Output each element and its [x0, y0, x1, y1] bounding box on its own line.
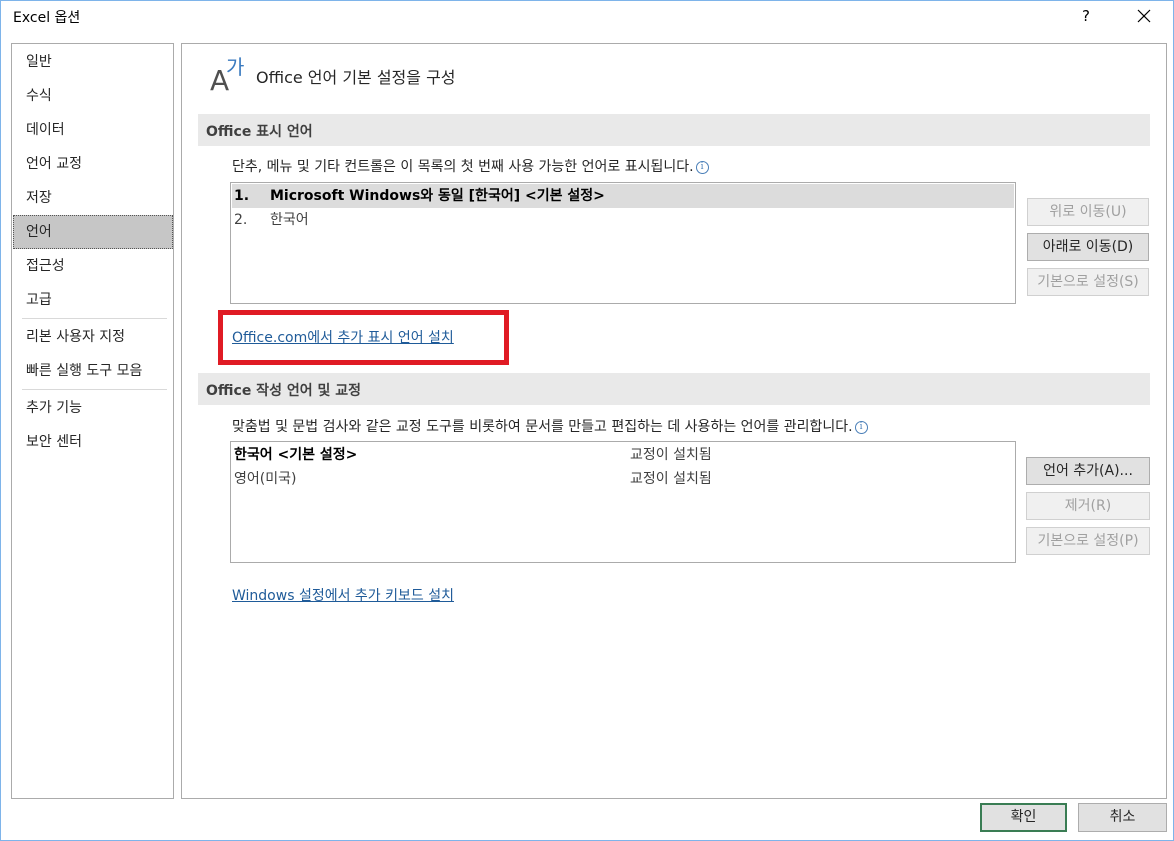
install-display-language-link[interactable]: Office.com에서 추가 표시 언어 설치: [232, 327, 454, 347]
display-language-list[interactable]: 1. Microsoft Windows와 동일 [한국어] <기본 설정> 2…: [230, 182, 1016, 304]
close-icon: [1137, 9, 1151, 23]
authoring-language-list[interactable]: 한국어 <기본 설정> 교정이 설치됨 영어(미국) 교정이 설치됨: [230, 441, 1016, 563]
sidebar-item-language[interactable]: 언어: [13, 215, 173, 249]
language-icon: A 가: [210, 55, 244, 96]
list-item[interactable]: 한국어 <기본 설정> 교정이 설치됨: [232, 443, 1014, 467]
sidebar-item-data[interactable]: 데이터: [13, 113, 173, 147]
move-up-button[interactable]: 위로 이동(U): [1027, 198, 1149, 226]
authoring-language-description: 맞춤법 및 문법 검사와 같은 교정 도구를 비롯하여 문서를 만들고 편집하는…: [232, 416, 868, 436]
title-bar: Excel 옵션 ?: [1, 1, 1173, 31]
install-keyboard-link[interactable]: Windows 설정에서 추가 키보드 설치: [232, 585, 454, 605]
page-title: Office 언어 기본 설정을 구성: [256, 68, 456, 87]
language-settings-panel: A 가 Office 언어 기본 설정을 구성 Office 표시 언어 단추,…: [181, 43, 1167, 799]
list-item[interactable]: 2. 한국어: [232, 208, 1014, 232]
authoring-language-section-header: Office 작성 언어 및 교정: [198, 373, 1150, 405]
set-display-default-button[interactable]: 기본으로 설정(S): [1027, 268, 1149, 296]
sidebar-divider: [22, 389, 167, 390]
options-sidebar: 일반 수식 데이터 언어 교정 저장 언어 접근성 고급 리본 사용자 지정 빠…: [11, 43, 174, 799]
cancel-button[interactable]: 취소: [1078, 803, 1167, 832]
section-title: Office 작성 언어 및 교정: [206, 383, 361, 399]
list-item-label: 한국어 <기본 설정>: [234, 447, 358, 463]
sidebar-item-advanced[interactable]: 고급: [13, 283, 173, 317]
close-button[interactable]: [1129, 3, 1159, 29]
sidebar-item-formulas[interactable]: 수식: [13, 79, 173, 113]
sidebar-item-save[interactable]: 저장: [13, 181, 173, 215]
sidebar-item-quick-access-toolbar[interactable]: 빠른 실행 도구 모음: [13, 354, 173, 388]
display-language-section-header: Office 표시 언어: [198, 114, 1150, 146]
sidebar-item-proofing[interactable]: 언어 교정: [13, 147, 173, 181]
add-language-button[interactable]: 언어 추가(A)...: [1026, 457, 1150, 485]
sidebar-item-add-ins[interactable]: 추가 기능: [13, 391, 173, 425]
sidebar-item-trust-center[interactable]: 보안 센터: [13, 425, 173, 459]
info-icon[interactable]: i: [695, 161, 709, 174]
sidebar-item-customize-ribbon[interactable]: 리본 사용자 지정: [13, 320, 173, 354]
description-text: 맞춤법 및 문법 검사와 같은 교정 도구를 비롯하여 문서를 만들고 편집하는…: [232, 419, 853, 435]
help-button[interactable]: ?: [1073, 3, 1099, 29]
info-icon[interactable]: i: [854, 421, 868, 434]
sidebar-divider: [22, 318, 167, 319]
sidebar-item-accessibility[interactable]: 접근성: [13, 249, 173, 283]
list-item-label: 한국어: [270, 212, 309, 228]
svg-text:가: 가: [226, 55, 244, 79]
set-authoring-default-button[interactable]: 기본으로 설정(P): [1026, 527, 1150, 555]
move-down-button[interactable]: 아래로 이동(D): [1027, 233, 1149, 261]
description-text: 단추, 메뉴 및 기타 컨트롤은 이 목록의 첫 번째 사용 가능한 언어로 표…: [232, 159, 694, 175]
ok-button[interactable]: 확인: [980, 803, 1067, 832]
list-item-number: 1.: [234, 188, 250, 204]
list-item-label: 영어(미국): [234, 471, 297, 487]
list-item-status: 교정이 설치됨: [630, 447, 712, 463]
list-item[interactable]: 영어(미국) 교정이 설치됨: [232, 467, 1014, 491]
list-item[interactable]: 1. Microsoft Windows와 동일 [한국어] <기본 설정>: [232, 184, 1014, 208]
sidebar-item-general[interactable]: 일반: [13, 45, 173, 79]
display-language-description: 단추, 메뉴 및 기타 컨트롤은 이 목록의 첫 번째 사용 가능한 언어로 표…: [232, 156, 709, 176]
window-title: Excel 옵션: [13, 10, 81, 26]
remove-language-button[interactable]: 제거(R): [1026, 492, 1150, 520]
list-item-number: 2.: [234, 212, 248, 228]
section-title: Office 표시 언어: [206, 124, 313, 140]
excel-options-dialog: Excel 옵션 ? 일반 수식 데이터 언어 교정 저장 언어 접근성 고급 …: [0, 0, 1174, 841]
list-item-label: Microsoft Windows와 동일 [한국어] <기본 설정>: [270, 188, 605, 204]
list-item-status: 교정이 설치됨: [630, 471, 712, 487]
